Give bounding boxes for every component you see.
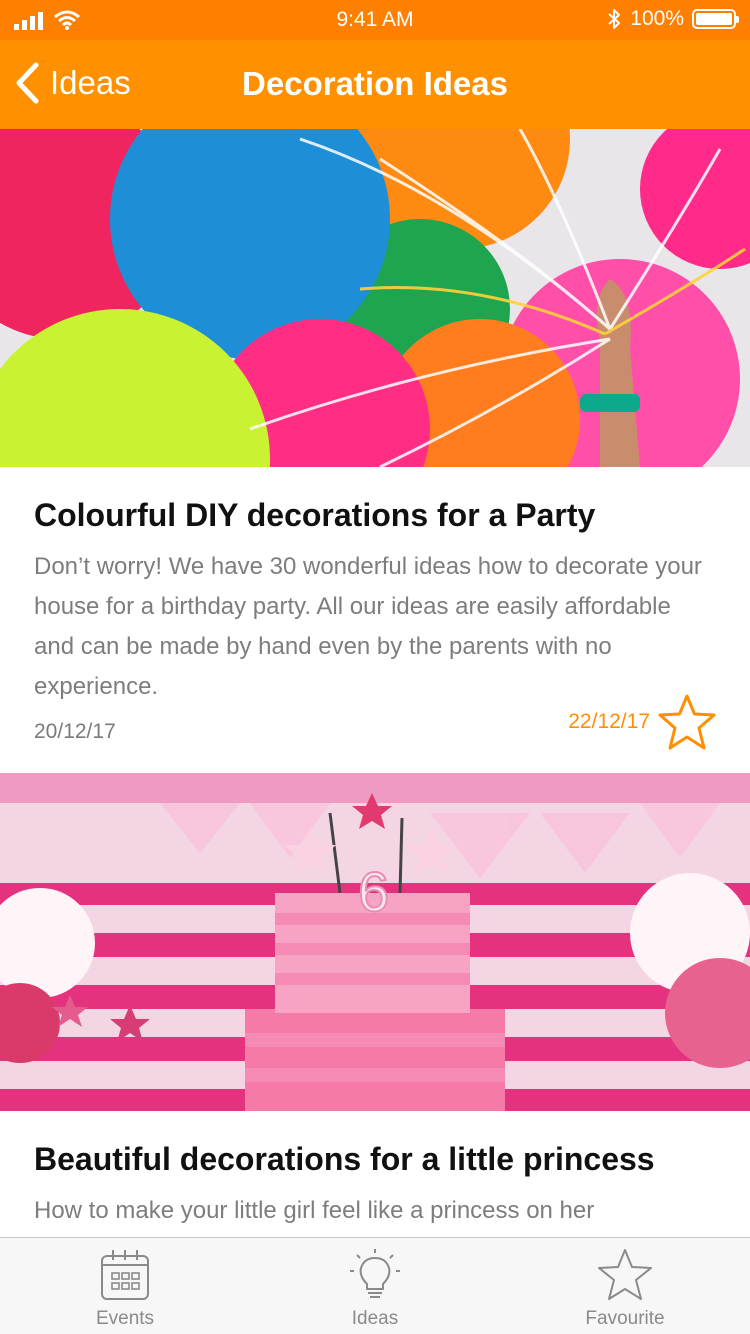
star-outline-icon	[658, 694, 716, 750]
princess-cake-photo[interactable]: 6	[0, 773, 750, 1111]
lightbulb-icon	[350, 1249, 400, 1298]
tab-label: Favourite	[585, 1308, 665, 1329]
card-title[interactable]: Beautiful decorations for a little princ…	[34, 1139, 716, 1179]
balloons-photo[interactable]	[0, 129, 750, 467]
battery-icon	[692, 9, 739, 29]
card-body: Colourful DIY decorations for a Party Do…	[0, 467, 750, 773]
card-description: Don’t worry! We have 30 wonderful ideas …	[34, 553, 702, 700]
tab-label: Events	[95, 1308, 155, 1329]
favourite-date: 22/12/17	[568, 710, 650, 733]
tab-favourite[interactable]: Favourite	[500, 1238, 750, 1334]
tab-events[interactable]: Events	[0, 1238, 250, 1334]
card-description: How to make your little girl feel like a…	[34, 1197, 595, 1224]
card-title[interactable]: Colourful DIY decorations for a Party	[34, 495, 716, 535]
tab-ideas[interactable]: Ideas	[250, 1238, 500, 1334]
idea-card[interactable]: Colourful DIY decorations for a Party Do…	[0, 129, 750, 773]
card-date: 20/12/17	[34, 720, 116, 743]
idea-card[interactable]: 6 Beautiful decorations for a little pri…	[0, 773, 750, 1231]
ideas-feed[interactable]: Colourful DIY decorations for a Party Do…	[0, 129, 750, 1237]
tab-bar: Events Ideas Favourite	[0, 1237, 750, 1334]
battery-percent: 100%	[630, 7, 684, 30]
favourite-button[interactable]: 22/12/17	[568, 693, 718, 751]
bluetooth-icon	[608, 9, 621, 29]
card-body: Beautiful decorations for a little princ…	[0, 1111, 750, 1231]
page-title: Decoration Ideas	[242, 65, 508, 102]
status-bar: 9:41 AM 100%	[0, 0, 750, 40]
navigation-bar: Ideas Decoration Ideas	[0, 40, 750, 129]
tab-label: Ideas	[351, 1308, 399, 1329]
svg-text:6: 6	[358, 860, 389, 923]
star-outline-icon	[598, 1249, 652, 1300]
calendar-icon	[101, 1250, 149, 1300]
status-right: 100%	[606, 7, 739, 31]
